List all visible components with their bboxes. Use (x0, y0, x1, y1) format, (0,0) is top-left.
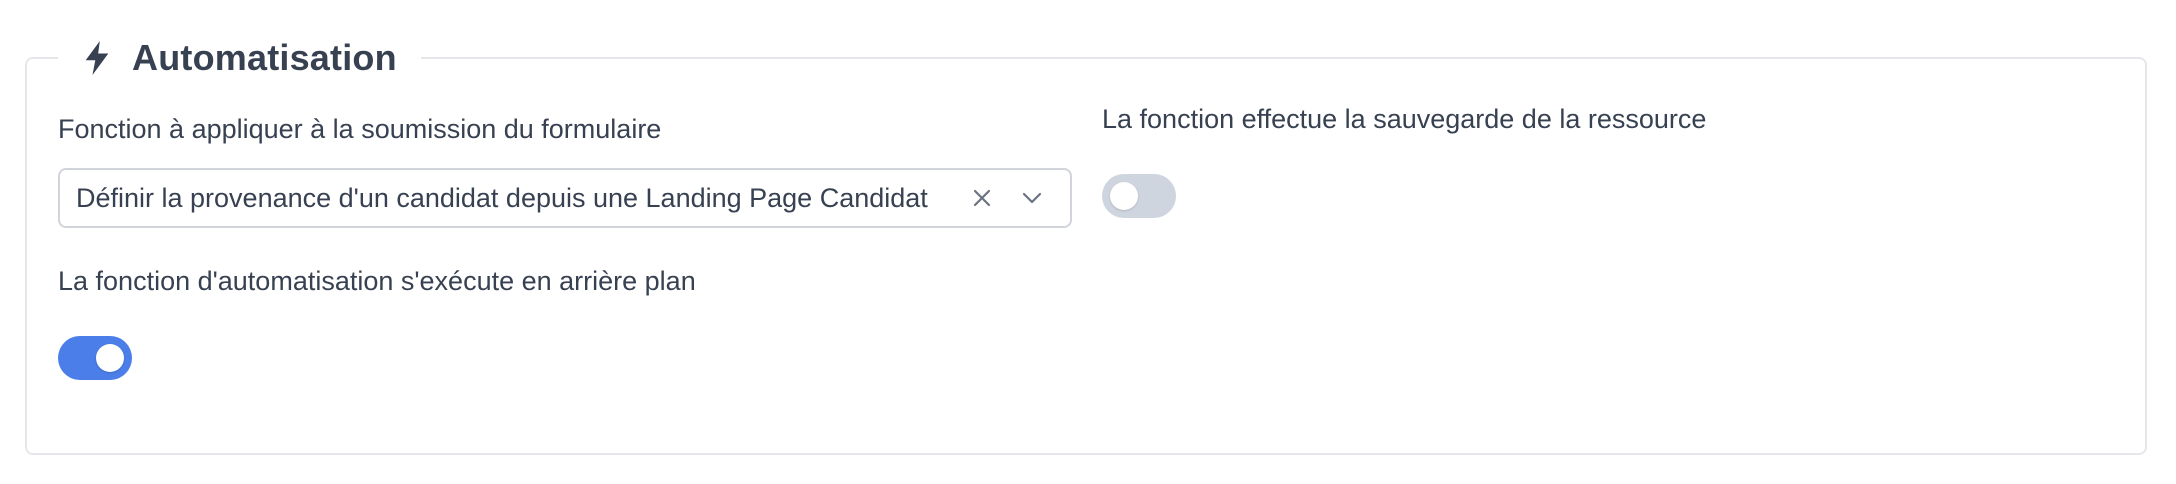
background-label: La fonction d'automatisation s'exécute e… (58, 266, 696, 296)
toggle-knob (1110, 182, 1138, 210)
background-toggle[interactable] (58, 336, 132, 380)
automation-settings-page: Automatisation Fonction à appliquer à la… (0, 0, 2176, 484)
bolt-icon (82, 41, 112, 75)
close-icon[interactable] (968, 184, 996, 212)
save-resource-toggle[interactable] (1102, 174, 1176, 218)
function-label: Fonction à appliquer à la soumission du … (58, 114, 662, 144)
section-title: Automatisation (132, 37, 397, 78)
function-select[interactable]: Définir la provenance d'un candidat depu… (58, 168, 1072, 228)
function-select-value: Définir la provenance d'un candidat depu… (76, 182, 928, 213)
chevron-down-icon[interactable] (1018, 184, 1046, 212)
save-resource-label: La fonction effectue la sauvegarde de la… (1102, 104, 1707, 134)
section-legend: Automatisation (58, 30, 421, 86)
select-controls (950, 184, 1070, 212)
toggle-knob (96, 344, 124, 372)
